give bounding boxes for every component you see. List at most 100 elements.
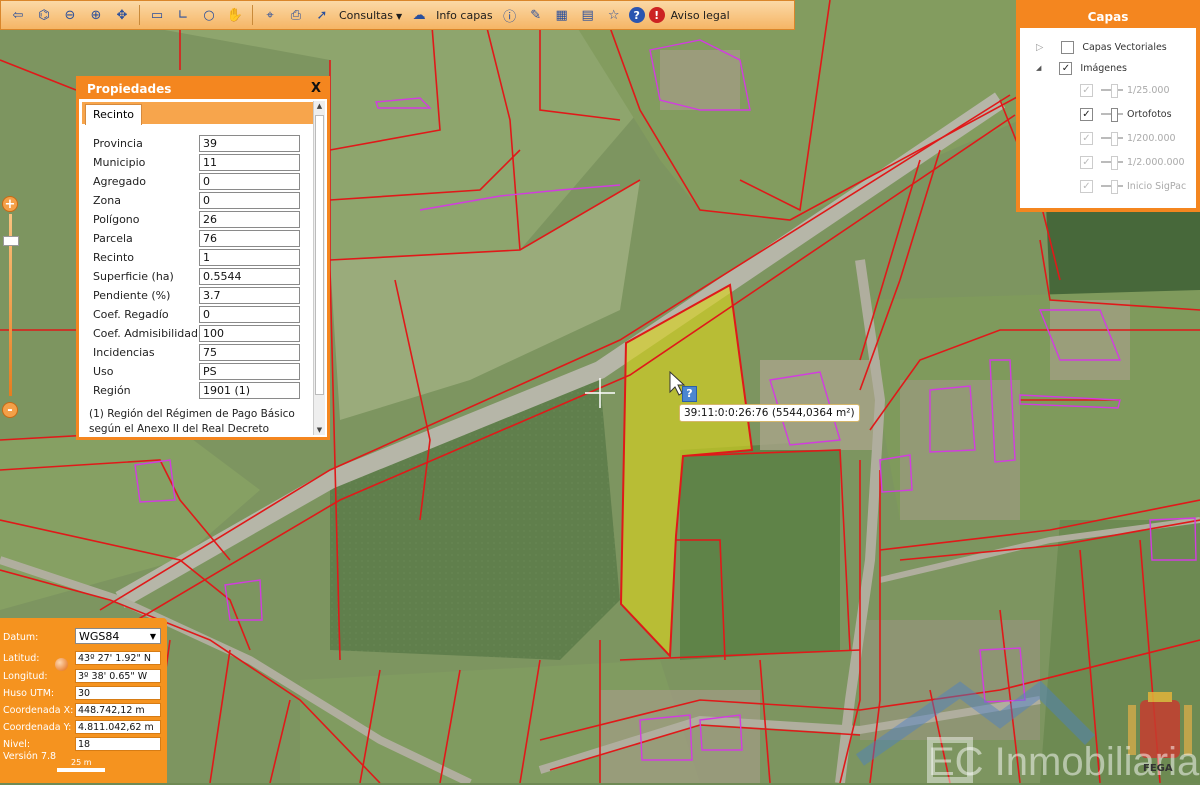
parcel-tooltip: 39:11:0:0:26:76 (5544,0364 m²) — [679, 404, 860, 422]
layer-item-25000[interactable]: ✓ 1/25.000 — [1080, 81, 1170, 99]
property-label: Coef. Regadío — [93, 308, 169, 321]
warning-icon[interactable]: ! — [648, 7, 665, 23]
measure-area-icon[interactable]: ∟ — [172, 4, 194, 26]
hand-icon[interactable]: ✋ — [224, 4, 246, 26]
property-label: Incidencias — [93, 346, 155, 359]
edit-icon[interactable]: ✎ — [525, 4, 547, 26]
layers-title[interactable]: Capas — [1020, 0, 1196, 28]
ruler-icon[interactable]: ▭ — [146, 4, 168, 26]
property-value[interactable]: 100 — [199, 325, 300, 342]
property-row: Recinto 1 — [93, 248, 303, 267]
layer-item-ortofotos[interactable]: ✓ Ortofotos — [1080, 105, 1172, 123]
opacity-slider[interactable] — [1101, 84, 1123, 98]
toolbar-separator — [139, 5, 140, 25]
layers-info-icon[interactable]: ☁ — [408, 4, 430, 26]
scroll-down-icon[interactable]: ▼ — [314, 426, 325, 434]
zoom-minus-button[interactable]: - — [2, 402, 18, 418]
properties-title-bar[interactable]: Propiedades X — [79, 79, 327, 99]
coordinates-panel: Datum: WGS84 ▼ Latitud: 43º 27' 1.92" N … — [0, 618, 167, 783]
opacity-slider[interactable] — [1101, 180, 1123, 194]
layer-checkbox[interactable]: ✓ — [1080, 155, 1093, 169]
print-icon[interactable]: ⎙ — [285, 4, 307, 26]
property-value[interactable]: 0 — [199, 192, 300, 209]
layer-item-inicio-sigpac[interactable]: ✓ Inicio SigPac — [1080, 177, 1186, 195]
datum-select[interactable]: WGS84 ▼ — [75, 628, 161, 644]
coord-value: 30 — [75, 686, 161, 700]
property-value[interactable]: 75 — [199, 344, 300, 361]
scroll-up-icon[interactable]: ▲ — [314, 102, 325, 110]
layer-checkbox[interactable]: ✓ — [1059, 61, 1073, 75]
binoculars-icon[interactable]: ⌬ — [33, 4, 55, 26]
layer-checkbox[interactable]: ✓ — [1080, 131, 1093, 145]
aviso-legal-link[interactable]: Aviso legal — [671, 9, 730, 22]
property-label: Municipio — [93, 156, 146, 169]
star-icon[interactable]: ☆ — [603, 4, 625, 26]
coord-label: Huso UTM: — [3, 688, 55, 699]
collapse-arrow-icon[interactable]: ◢ — [1036, 64, 1041, 72]
property-row: Provincia 39 — [93, 134, 303, 153]
layer-item-imagenes[interactable]: ◢ ✓ Imágenes — [1036, 59, 1127, 77]
property-row: Incidencias 75 — [93, 343, 303, 362]
scrollbar-thumb[interactable] — [315, 115, 324, 395]
zoom-out-icon[interactable]: ⊖ — [59, 4, 81, 26]
info-capas-button[interactable]: Info capas — [436, 9, 493, 22]
property-value[interactable]: 26 — [199, 211, 300, 228]
layer-item-200000[interactable]: ✓ 1/200.000 — [1080, 129, 1176, 147]
scale-bar — [57, 768, 105, 772]
layer-item-vectoriales[interactable]: ▷ Capas Vectoriales — [1036, 38, 1167, 56]
close-icon[interactable]: X — [311, 79, 321, 99]
scale-label: 25 m — [71, 758, 92, 767]
region-footnote: (1) Región del Régimen de Pago Básico se… — [89, 408, 295, 435]
layer-item-2000000[interactable]: ✓ 1/2.000.000 — [1080, 153, 1185, 171]
coord-row: Huso UTM: — [3, 686, 75, 701]
property-value[interactable]: 0 — [199, 306, 300, 323]
opacity-slider[interactable] — [1101, 156, 1123, 170]
tab-recinto[interactable]: Recinto — [85, 104, 143, 125]
property-label: Parcela — [93, 232, 133, 245]
coord-row: Latitud: — [3, 651, 75, 666]
consultas-menu[interactable]: Consultas ▼ — [339, 9, 402, 22]
help-badge-icon[interactable]: ? — [682, 386, 697, 402]
opacity-slider[interactable] — [1101, 108, 1123, 122]
property-value[interactable]: 1 — [199, 249, 300, 266]
coord-label: Longitud: — [3, 671, 48, 682]
info-icon[interactable]: ⓘ — [499, 4, 521, 26]
layer-checkbox[interactable]: ✓ — [1080, 179, 1093, 193]
coordinates-icon[interactable]: ⌖ — [259, 4, 281, 26]
property-row: Región 1901 (1) — [93, 381, 303, 400]
property-value[interactable]: 3.7 — [199, 287, 300, 304]
coord-row: Coordenada X: — [3, 703, 75, 718]
property-value[interactable]: 0 — [199, 173, 300, 190]
chevron-down-icon: ▼ — [395, 11, 403, 21]
property-value[interactable]: 11 — [199, 154, 300, 171]
property-row: Zona 0 — [93, 191, 303, 210]
layer-checkbox[interactable]: ✓ — [1080, 107, 1093, 121]
zoom-plus-button[interactable]: + — [2, 196, 18, 212]
zoom-slider-handle[interactable] — [3, 236, 19, 246]
layers-panel: Capas ▷ Capas Vectoriales ◢ ✓ Imágenes ✓… — [1016, 0, 1200, 212]
pan-icon[interactable]: ✥ — [111, 4, 133, 26]
opacity-slider[interactable] — [1101, 132, 1123, 146]
property-row: Municipio 11 — [93, 153, 303, 172]
query-cursor-icon[interactable]: ➚ — [311, 4, 333, 26]
property-value[interactable]: PS — [199, 363, 300, 380]
help-icon[interactable]: ? — [628, 7, 645, 23]
property-label: Agregado — [93, 175, 146, 188]
layer-checkbox[interactable] — [1061, 40, 1075, 54]
expand-arrow-icon[interactable]: ▷ — [1036, 42, 1043, 53]
properties-scrollbar[interactable]: ▲ ▼ — [313, 101, 325, 435]
property-label: Polígono — [93, 213, 140, 226]
map-icon[interactable]: ▦ — [551, 4, 573, 26]
table-icon[interactable]: ▤ — [577, 4, 599, 26]
layer-label: Inicio SigPac — [1127, 180, 1187, 192]
property-value[interactable]: 76 — [199, 230, 300, 247]
property-value[interactable]: 39 — [199, 135, 300, 152]
property-value[interactable]: 1901 (1) — [199, 382, 300, 399]
properties-rows: Provincia 39 Municipio 11 Agregado 0 Zona 0 … — [93, 134, 303, 400]
coord-value: 43º 27' 1.92" N — [75, 651, 161, 665]
zoom-in-icon[interactable]: ⊕ — [85, 4, 107, 26]
property-value[interactable]: 0.5544 — [199, 268, 300, 285]
back-arrow-icon[interactable]: ⇦ — [7, 4, 29, 26]
circle-icon[interactable]: ○ — [198, 4, 220, 26]
layer-checkbox[interactable]: ✓ — [1080, 83, 1093, 97]
